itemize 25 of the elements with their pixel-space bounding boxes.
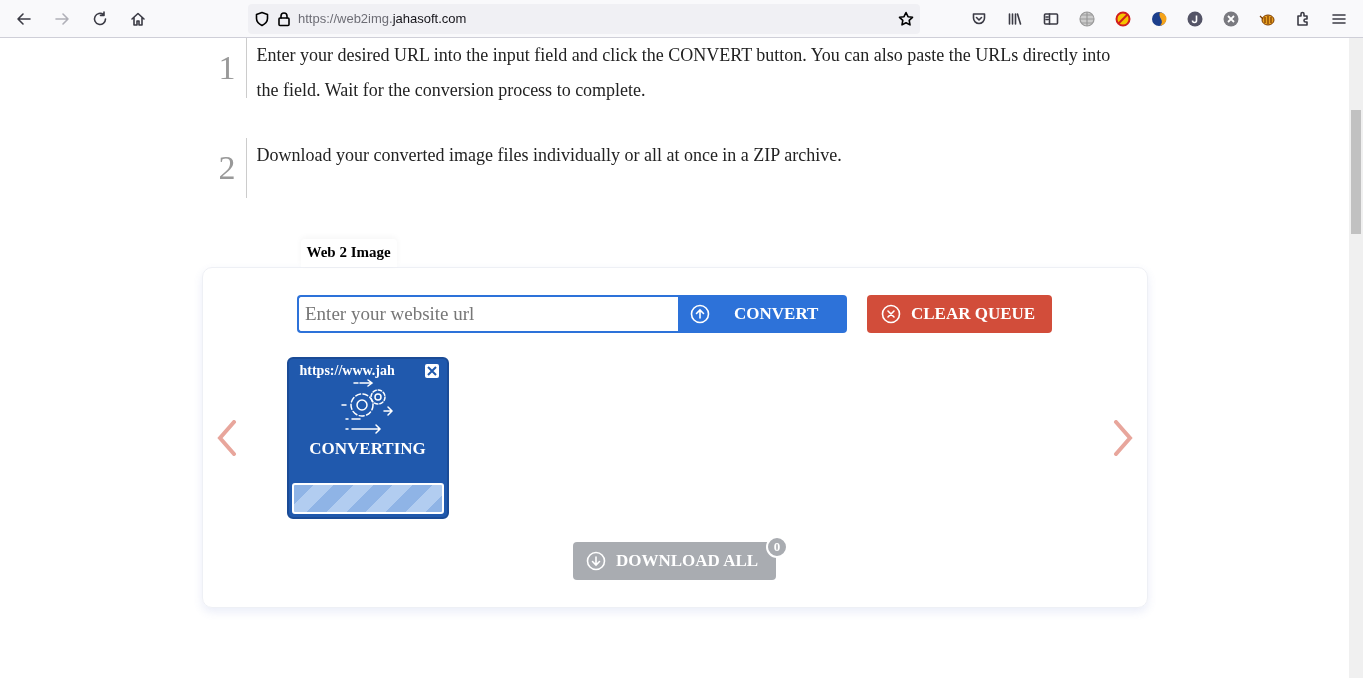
gears-icon [339,379,396,435]
step-text: 1 Enter your desired URL into the input field and click the CONVERT button. You can also paste the URLs directly into the field. Wait for the conversion process to complete. [201,38,1148,108]
shield-icon [254,10,270,27]
step-number: 1 [201,38,247,98]
forward-arrow-icon [54,10,70,27]
panel-tab[interactable]: Web 2 Image [300,239,397,267]
address-bar[interactable]: https://web2img.jahasoft.com [248,3,920,34]
back-arrow-icon [16,10,32,27]
convert-button[interactable]: CONVERT [678,295,847,333]
upload-icon [690,304,710,324]
home-icon [130,10,146,27]
star-icon[interactable] [898,10,914,27]
cancel-icon [881,304,901,324]
clear-queue-button[interactable]: CLEAR QUEUE [867,295,1052,333]
count-badge: 0 [766,536,788,558]
status-text: CONVERTING [309,439,426,459]
step-number: 2 [201,138,247,198]
card-url: https://www.jah [299,363,395,379]
url-input-field[interactable]: Enter your website url [297,295,678,333]
reload-icon [92,10,108,27]
scrollbar[interactable] [1349,38,1363,678]
download-icon [586,551,606,571]
url-text: https://web2img.jahasoft.com [298,11,468,26]
lock-icon [276,10,292,27]
close-button[interactable] [424,364,439,378]
